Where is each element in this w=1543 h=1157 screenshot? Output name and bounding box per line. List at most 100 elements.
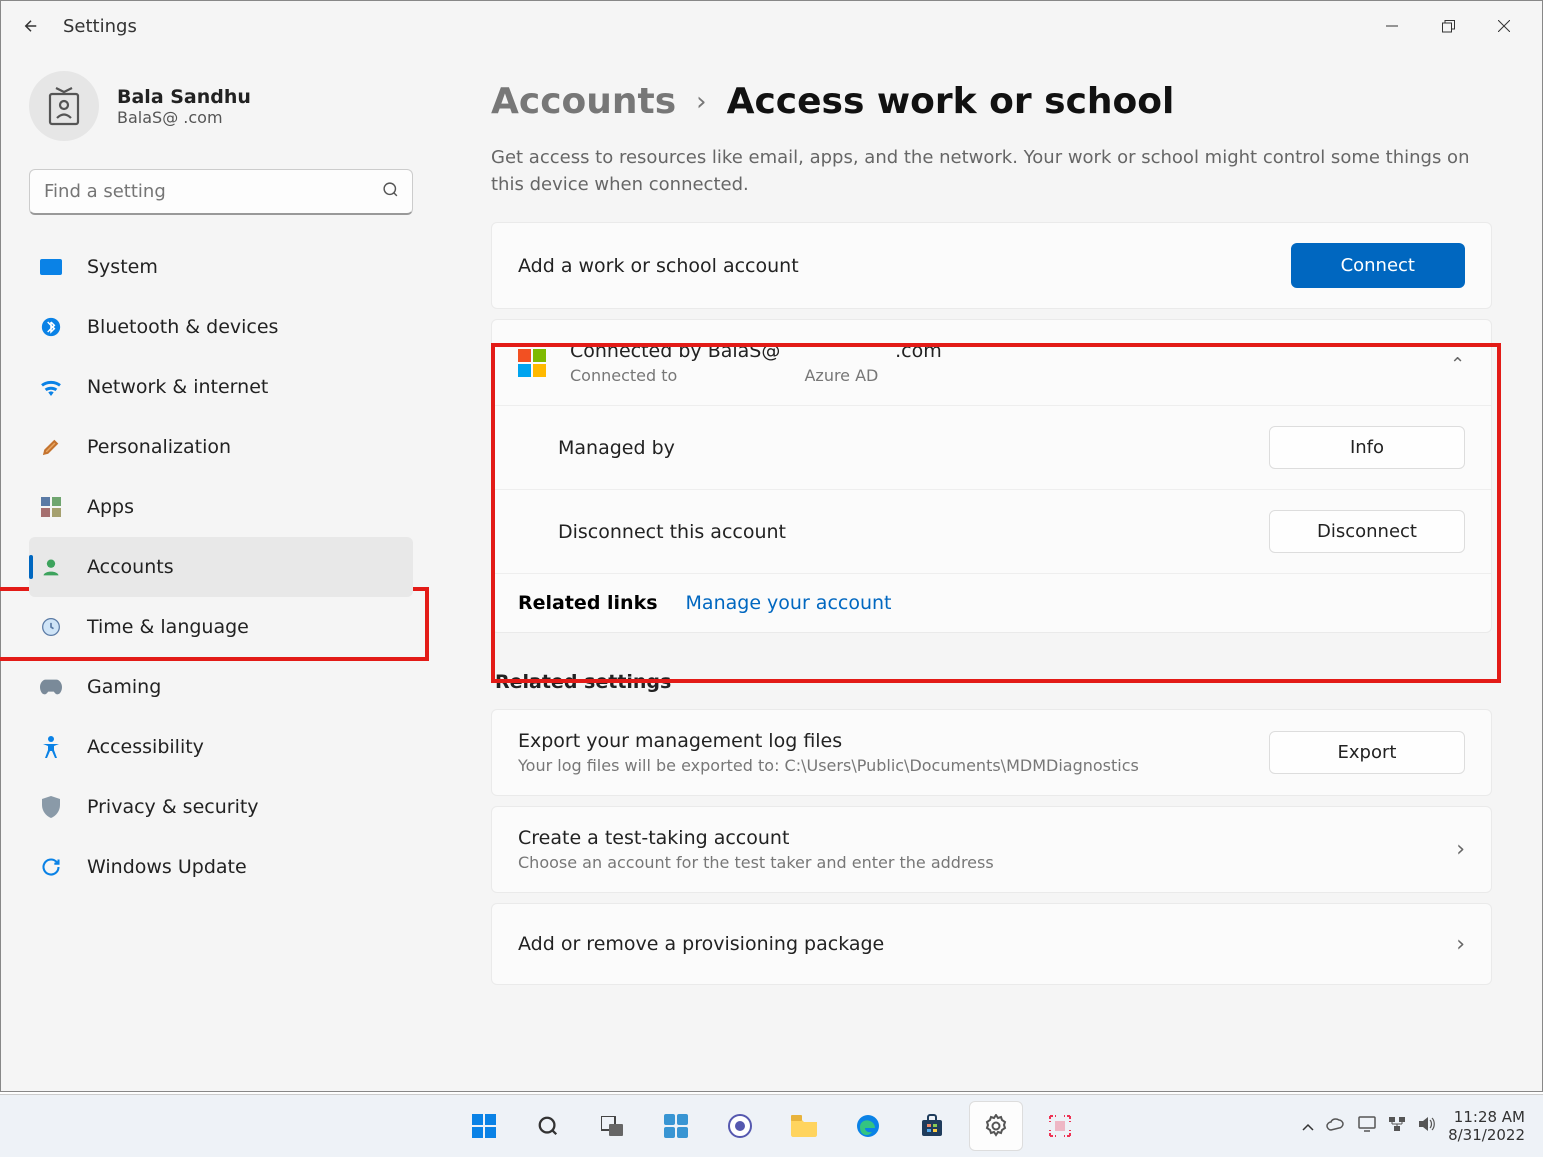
- tray-monitor-icon[interactable]: [1358, 1116, 1376, 1136]
- sidebar-item-label: Privacy & security: [87, 796, 259, 818]
- disconnect-label: Disconnect this account: [558, 521, 786, 543]
- sidebar-item-accessibility[interactable]: Accessibility: [29, 717, 413, 777]
- provisioning-card[interactable]: Add or remove a provisioning package ›: [491, 903, 1492, 985]
- update-icon: [39, 855, 63, 879]
- taskbar: 11:28 AM 8/31/2022: [0, 1094, 1543, 1157]
- export-logs-card: Export your management log files Your lo…: [491, 709, 1492, 796]
- sidebar-item-network[interactable]: Network & internet: [29, 357, 413, 417]
- export-logs-title: Export your management log files: [518, 730, 1139, 752]
- related-links-label: Related links: [518, 592, 658, 614]
- sidebar-item-update[interactable]: Windows Update: [29, 837, 413, 897]
- sidebar-item-label: Accessibility: [87, 736, 204, 758]
- window-controls: [1364, 6, 1532, 46]
- close-button[interactable]: [1476, 6, 1532, 46]
- sidebar-item-label: Bluetooth & devices: [87, 316, 278, 338]
- taskbar-clock[interactable]: 11:28 AM 8/31/2022: [1448, 1108, 1525, 1144]
- sidebar-item-personalization[interactable]: Personalization: [29, 417, 413, 477]
- search-icon: [537, 1115, 559, 1137]
- related-links-row: Related links Manage your account: [492, 574, 1491, 632]
- taskbar-time: 11:28 AM: [1448, 1108, 1525, 1126]
- sidebar-item-label: Apps: [87, 496, 134, 518]
- widgets-button[interactable]: [649, 1101, 703, 1151]
- sidebar-item-privacy[interactable]: Privacy & security: [29, 777, 413, 837]
- provisioning-title: Add or remove a provisioning package: [518, 933, 884, 955]
- user-profile[interactable]: Bala Sandhu BalaS@ .com: [29, 71, 413, 141]
- user-email: BalaS@ .com: [117, 108, 251, 127]
- sidebar-item-bluetooth[interactable]: Bluetooth & devices: [29, 297, 413, 357]
- connected-account-card: Connected by BalaS@ .com Connected to Az…: [491, 319, 1492, 633]
- related-settings-heading: Related settings: [495, 671, 1492, 693]
- folder-icon: [791, 1115, 817, 1137]
- sidebar: Bala Sandhu BalaS@ .com System: [1, 51, 441, 1091]
- sidebar-nav: System Bluetooth & devices Network & int…: [29, 237, 413, 897]
- sidebar-item-label: Network & internet: [87, 376, 268, 398]
- maximize-icon: [1442, 20, 1455, 33]
- export-button[interactable]: Export: [1269, 731, 1465, 774]
- search-icon: [382, 181, 399, 203]
- explorer-button[interactable]: [777, 1101, 831, 1151]
- page-description: Get access to resources like email, apps…: [491, 144, 1491, 198]
- test-account-title: Create a test-taking account: [518, 827, 994, 849]
- wifi-icon: [39, 375, 63, 399]
- search-input[interactable]: [29, 169, 413, 215]
- tray-network-icon[interactable]: [1388, 1116, 1406, 1136]
- minimize-button[interactable]: [1364, 6, 1420, 46]
- task-view-icon: [601, 1116, 623, 1136]
- apps-icon: [39, 495, 63, 519]
- microsoft-logo-icon: [518, 349, 546, 377]
- managed-by-row: Managed by Info: [492, 406, 1491, 490]
- export-logs-subtitle: Your log files will be exported to: C:\U…: [518, 756, 1139, 775]
- windows-logo-icon: [472, 1114, 496, 1138]
- user-name: Bala Sandhu: [117, 86, 251, 108]
- system-tray: 11:28 AM 8/31/2022: [1302, 1108, 1525, 1144]
- back-arrow-icon: [22, 17, 40, 35]
- disconnect-button[interactable]: Disconnect: [1269, 510, 1465, 553]
- tray-chevron-up-icon[interactable]: [1302, 1117, 1314, 1135]
- teams-icon: [728, 1114, 752, 1138]
- task-view-button[interactable]: [585, 1101, 639, 1151]
- chevron-up-icon: ⌄: [1450, 352, 1465, 373]
- time-icon: [39, 615, 63, 639]
- widgets-icon: [664, 1114, 688, 1138]
- add-account-label: Add a work or school account: [518, 255, 799, 277]
- tray-volume-icon[interactable]: [1418, 1116, 1436, 1136]
- accounts-icon: [39, 555, 63, 579]
- sidebar-item-label: Accounts: [87, 556, 174, 578]
- connected-account-header[interactable]: Connected by BalaS@ .com Connected to Az…: [492, 320, 1491, 406]
- info-button[interactable]: Info: [1269, 426, 1465, 469]
- store-button[interactable]: [905, 1101, 959, 1151]
- accessibility-icon: [39, 735, 63, 759]
- connect-button[interactable]: Connect: [1291, 243, 1465, 288]
- store-icon: [920, 1114, 944, 1138]
- titlebar: Settings: [1, 1, 1542, 51]
- chevron-right-icon: ›: [696, 87, 706, 117]
- chevron-right-icon: ›: [1456, 837, 1465, 862]
- snip-button[interactable]: [1033, 1101, 1087, 1151]
- sidebar-item-label: Gaming: [87, 676, 161, 698]
- system-icon: [39, 255, 63, 279]
- edge-icon: [856, 1114, 880, 1138]
- breadcrumb-root[interactable]: Accounts: [491, 81, 676, 122]
- maximize-button[interactable]: [1420, 6, 1476, 46]
- start-button[interactable]: [457, 1101, 511, 1151]
- test-account-card[interactable]: Create a test-taking account Choose an a…: [491, 806, 1492, 893]
- sidebar-item-system[interactable]: System: [29, 237, 413, 297]
- settings-window: Settings: [0, 0, 1543, 1092]
- settings-taskbar-button[interactable]: [969, 1101, 1023, 1151]
- sidebar-item-time[interactable]: Time & language: [29, 597, 413, 657]
- edge-button[interactable]: [841, 1101, 895, 1151]
- manage-account-link[interactable]: Manage your account: [686, 592, 892, 614]
- back-button[interactable]: [11, 6, 51, 46]
- sidebar-item-label: Personalization: [87, 436, 231, 458]
- sidebar-item-gaming[interactable]: Gaming: [29, 657, 413, 717]
- bluetooth-icon: [39, 315, 63, 339]
- tray-onedrive-icon[interactable]: [1326, 1117, 1346, 1135]
- teams-button[interactable]: [713, 1101, 767, 1151]
- sidebar-item-apps[interactable]: Apps: [29, 477, 413, 537]
- sidebar-item-accounts[interactable]: Accounts: [29, 537, 413, 597]
- search-taskbar-button[interactable]: [521, 1101, 575, 1151]
- privacy-icon: [39, 795, 63, 819]
- avatar: [29, 71, 99, 141]
- search-container: [29, 169, 413, 215]
- gear-icon: [984, 1114, 1008, 1138]
